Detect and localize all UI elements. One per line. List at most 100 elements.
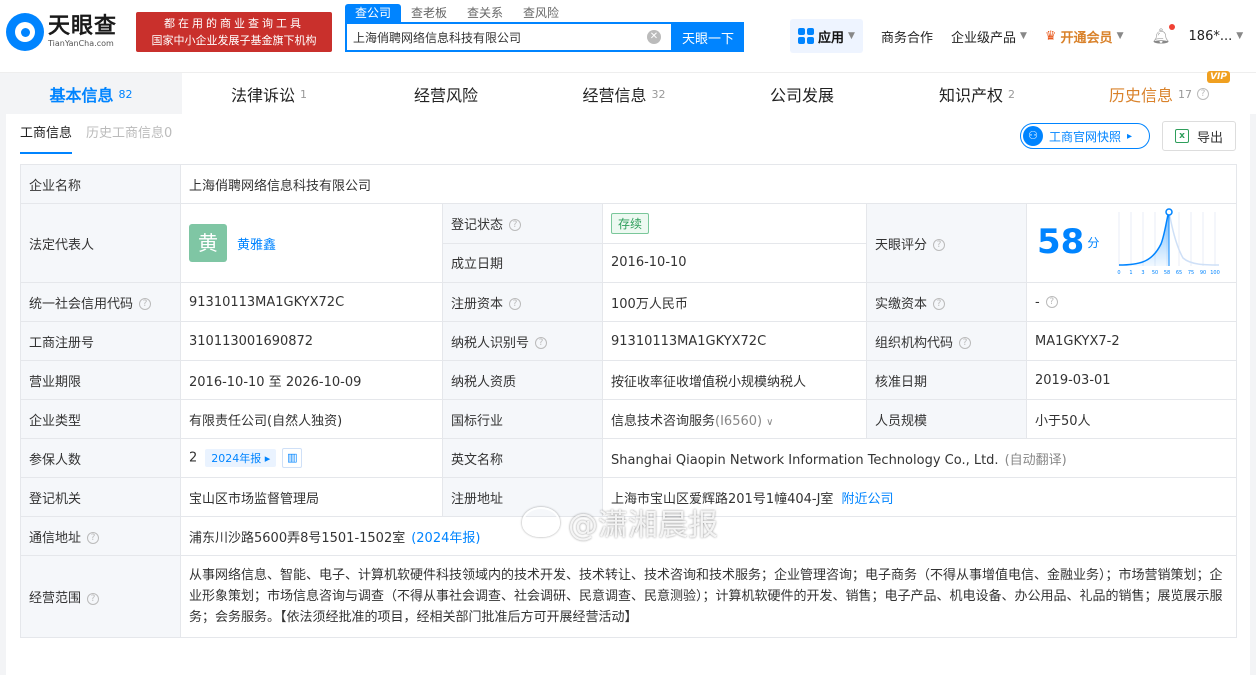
help-icon[interactable]: ? — [87, 532, 100, 544]
table-row: 经营范围? 从事网络信息、智能、电子、计算机软硬件科技领域内的技术开发、技术转让… — [20, 555, 1238, 638]
search-tab-risk[interactable]: 查风险 — [513, 4, 569, 22]
snapshot-label: 工商官网快照 — [1049, 129, 1122, 144]
open-vip-link[interactable]: ♛ 开通会员 ▼ — [1045, 27, 1124, 46]
help-icon[interactable]: ? — [1197, 88, 1209, 100]
open-vip-label: 开通会员 — [1060, 30, 1113, 46]
avatar: 黄 — [189, 224, 227, 262]
company-name-value: 上海俏聘网络信息科技有限公司 — [179, 164, 1238, 204]
taxpayer-id-label: 纳税人识别号 — [451, 335, 530, 351]
score-area — [1119, 212, 1169, 266]
export-label: 导出 — [1196, 130, 1223, 146]
legal-rep-cell: 黄黄雅鑫 — [180, 203, 443, 283]
logo-title: 天眼查 — [48, 14, 118, 39]
term-value: 2016-10-10 至 2026-10-09 — [180, 360, 443, 400]
industry-key: 国标行业 — [442, 399, 603, 439]
score-key: 天眼评分? — [866, 203, 1027, 283]
score-tick: 100 — [1210, 270, 1220, 276]
scope-label: 经营范围 — [29, 591, 82, 606]
tab-intellectual-property[interactable]: 知识产权 2 — [892, 73, 1062, 115]
clear-icon[interactable]: ✕ — [647, 30, 661, 44]
help-icon[interactable]: ? — [959, 337, 972, 349]
tab-history-info[interactable]: VIP 历史信息 17? — [1062, 71, 1256, 115]
nearby-companies-link[interactable]: 附近公司 — [841, 492, 893, 507]
score-tick: 50 — [1152, 270, 1158, 276]
business-info-table: 企业名称 上海俏聘网络信息科技有限公司 法定代表人 黄黄雅鑫 登记状态? 存续 … — [20, 164, 1238, 638]
authority-value: 宝山区市场监督管理局 — [180, 477, 443, 517]
tianyancha-logo[interactable]: 天眼查 TianYanCha.com — [6, 10, 130, 54]
tab-label: 历史信息 — [1108, 86, 1173, 105]
help-icon[interactable]: ? — [509, 298, 522, 310]
user-menu[interactable]: 186*... ▼ — [1189, 29, 1244, 44]
chart-icon[interactable]: ▥ — [282, 448, 303, 468]
insured-value: 2 — [189, 450, 198, 466]
score-cell[interactable]: 58 分 0 1 3 50 58 65 75 90 100 — [1025, 203, 1238, 283]
apps-grid-icon — [798, 28, 814, 44]
industry-cell[interactable]: 信息技术咨询服务(I6560) ∨ — [602, 399, 867, 439]
org-code-key: 组织机构代码? — [866, 321, 1027, 361]
help-icon[interactable]: ? — [1045, 296, 1058, 308]
reg-no-value: 310113001690872 — [180, 321, 443, 361]
help-icon[interactable]: ? — [933, 239, 946, 251]
score-tick: 58 — [1164, 270, 1170, 276]
paid-capital-value: - — [1035, 294, 1040, 310]
reg-capital-value: 100万人民币 — [602, 282, 867, 322]
score-tick: 75 — [1188, 270, 1194, 276]
help-icon[interactable]: ? — [509, 219, 522, 232]
tab-history-business-info[interactable]: 历史工商信息0 — [86, 122, 172, 154]
help-icon[interactable]: ? — [87, 592, 100, 605]
tab-basic-info[interactable]: 基本信息 82 — [0, 73, 182, 115]
notification-bell-icon[interactable]: 🔔︎ — [1151, 24, 1175, 45]
search-tab-relation[interactable]: 查关系 — [457, 4, 513, 22]
main-tabs: 基本信息 82 法律诉讼 1 经营风险 经营信息 32 公司发展 知识产权 2 VIP … — [0, 71, 1256, 115]
legal-rep-key: 法定代表人 — [20, 203, 181, 283]
en-name-key: 英文名称 — [442, 438, 603, 478]
sub-tabs: 工商信息 历史工商信息0 — [20, 122, 186, 154]
nav-business-cooperation[interactable]: 商务合作 — [881, 27, 933, 46]
table-row: 工商注册号 310113001690872 纳税人识别号? 91310113MA… — [20, 321, 1238, 361]
search-tab-boss[interactable]: 查老板 — [401, 4, 457, 22]
tab-count: 2 — [1008, 87, 1015, 101]
help-icon[interactable]: ? — [139, 298, 152, 310]
search-tab-company[interactable]: 查公司 — [345, 4, 402, 22]
help-icon[interactable]: ? — [535, 337, 548, 349]
score-tick: 90 — [1200, 270, 1206, 276]
type-value: 有限责任公司(自然人独资) — [180, 399, 443, 439]
score-marker — [1165, 208, 1173, 216]
business-info-panel: 工商信息 历史工商信息0 ⚇ 工商官网快照 ▸ x 导出 企业名称 上海俏聘网络… — [6, 114, 1250, 675]
tab-business-info[interactable]: 工商信息 — [20, 122, 73, 154]
taxpayer-qual-key: 纳税人资质 — [442, 360, 603, 400]
taxpayer-id-value: 91310113MA1GKYX72C — [602, 321, 867, 361]
nav-enterprise-products[interactable]: 企业级产品 ▼ — [951, 27, 1027, 46]
chevron-down-icon: ∨ — [766, 416, 774, 428]
taxpayer-qual-value: 按征收率征收增值税小规模纳税人 — [602, 360, 867, 400]
search-input[interactable] — [353, 30, 643, 44]
table-row: 参保人数 2 2024年报 ▸ ▥ 英文名称 Shanghai Qiaopin Ne… — [20, 438, 1238, 478]
tab-label: 公司发展 — [769, 86, 834, 105]
tab-operating-info[interactable]: 经营信息 32 — [536, 73, 712, 115]
top-header: 天眼查 TianYanCha.com 都在用的商业查询工具 国家中小企业发展子基… — [0, 0, 1256, 72]
weibo-watermark: @潇湘晨报 — [522, 500, 718, 544]
help-icon[interactable]: ? — [933, 298, 946, 310]
annual-report-tag[interactable]: 2024年报 ▸ — [205, 448, 277, 467]
mail-report-link[interactable]: (2024年报) — [411, 531, 480, 546]
chevron-down-icon: ▼ — [1116, 31, 1124, 41]
tab-count: 17 — [1178, 87, 1192, 101]
score-tail — [1168, 211, 1220, 266]
official-snapshot-button[interactable]: ⚇ 工商官网快照 ▸ — [1020, 123, 1150, 149]
score-distribution-chart: 0 1 3 50 58 65 75 90 100 — [1117, 208, 1220, 276]
annual-report-label: 2024年报 — [211, 451, 262, 465]
en-name-value: Shanghai Qiaopin Network Information Tec… — [611, 452, 999, 468]
tab-lawsuits[interactable]: 法律诉讼 1 — [182, 73, 356, 115]
industry-code: (I6560) — [715, 413, 763, 429]
score-label: 天眼评分 — [875, 237, 928, 253]
search-button[interactable]: 天眼一下 — [672, 22, 744, 52]
paid-capital-label: 实缴资本 — [875, 296, 928, 312]
tab-company-development[interactable]: 公司发展 — [712, 73, 892, 115]
export-button[interactable]: x 导出 — [1162, 121, 1236, 151]
table-row: 企业名称 上海俏聘网络信息科技有限公司 — [20, 164, 1238, 204]
apps-menu-button[interactable]: 应用 ▼ — [790, 19, 863, 53]
slogan-banner: 都在用的商业查询工具 国家中小企业发展子基金旗下机构 — [136, 12, 332, 52]
legal-rep-link[interactable]: 黄雅鑫 — [237, 238, 276, 253]
insured-key: 参保人数 — [20, 438, 181, 478]
tab-operating-risk[interactable]: 经营风险 — [356, 73, 536, 115]
